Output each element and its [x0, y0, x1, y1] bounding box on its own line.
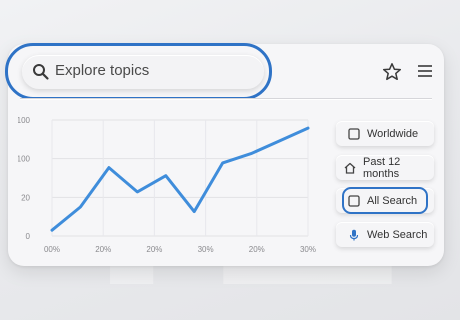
chart-x-tick-label: 30% — [300, 245, 316, 254]
filter-all-search[interactable]: All Search — [336, 188, 434, 213]
square-icon — [348, 127, 360, 140]
star-icon[interactable] — [382, 62, 402, 82]
filter-web-search-label: Web Search — [367, 228, 428, 241]
chart-x-tick-label: 30% — [198, 245, 214, 254]
chart-x-tick-label: 20% — [146, 245, 162, 254]
filter-past-12-months-label: Past 12 months — [363, 155, 401, 180]
search-placeholder: Explore topics — [55, 62, 150, 79]
filter-all-search-label: All Search — [367, 194, 418, 207]
header-divider — [20, 98, 432, 100]
filter-worldwide[interactable]: Worldwide — [336, 121, 434, 146]
chart-y-tick-label: 20 — [21, 193, 30, 202]
house-icon — [344, 162, 356, 174]
square-icon — [348, 194, 360, 207]
chart-x-tick-label: 20% — [95, 245, 111, 254]
hamburger-menu-icon[interactable] — [417, 64, 433, 78]
chart-x-tick-label: 20% — [249, 245, 265, 254]
filter-past-12-months[interactable]: Past 12 months — [336, 155, 434, 180]
interest-chart: 100 100 20 0 00% 20% 20% 30% 20% 30% — [18, 116, 316, 254]
filter-web-search[interactable]: Web Search — [336, 222, 434, 247]
search-icon — [33, 64, 49, 80]
filter-worldwide-label: Worldwide — [367, 127, 419, 140]
microphone-icon — [349, 229, 359, 240]
chart-y-tick-label: 100 — [18, 155, 31, 164]
chart-x-tick-label: 00% — [44, 245, 60, 254]
chart-series-line — [50, 126, 310, 232]
chart-y-tick-label: 0 — [26, 232, 31, 241]
chart-y-tick-label: 100 — [18, 116, 31, 125]
